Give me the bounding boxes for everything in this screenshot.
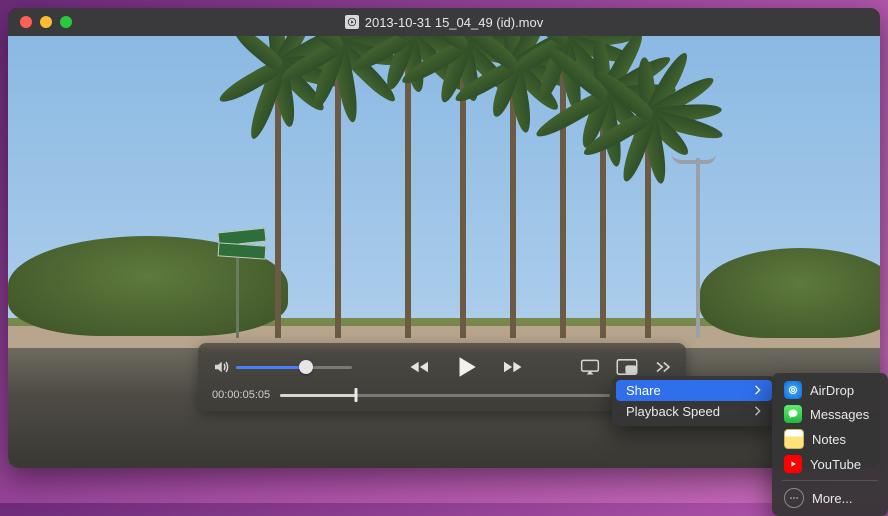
chevron-right-icon [754,404,762,419]
menu-item-playback-speed[interactable]: Playback Speed [616,401,772,422]
fast-forward-button[interactable] [497,356,525,378]
share-item-more[interactable]: More... [776,485,884,511]
volume-icon [212,358,230,376]
titlebar: 2013-10-31 15_04_49 (id).mov [8,8,880,36]
menu-separator [782,480,878,481]
share-item-label: YouTube [810,457,861,472]
menu-item-label: Share [626,383,661,398]
share-item-label: Notes [812,432,846,447]
zoom-window-button[interactable] [60,16,72,28]
scrubber[interactable] [280,394,610,397]
share-item-messages[interactable]: Messages [776,402,884,426]
volume-slider[interactable] [236,366,352,369]
window-title: 2013-10-31 15_04_49 (id).mov [365,15,544,30]
more-controls-menu: Share Playback Speed [612,376,776,426]
rewind-button[interactable] [407,356,435,378]
share-menu: AirDrop Messages Notes YouTube More... [772,373,888,516]
notes-icon [784,429,804,449]
more-controls-button[interactable] [654,359,672,375]
play-button[interactable] [453,353,479,381]
menu-item-share[interactable]: Share [616,380,772,401]
share-item-label: AirDrop [810,383,854,398]
document-icon [345,15,359,29]
close-window-button[interactable] [20,16,32,28]
airplay-button[interactable] [580,358,600,376]
youtube-icon [784,455,802,473]
share-item-notes[interactable]: Notes [776,426,884,452]
minimize-window-button[interactable] [40,16,52,28]
airdrop-icon [784,381,802,399]
window-controls [20,16,72,28]
volume-control[interactable] [212,358,352,376]
share-item-airdrop[interactable]: AirDrop [776,378,884,402]
menu-item-label: Playback Speed [626,404,720,419]
share-item-label: Messages [810,407,869,422]
share-item-label: More... [812,491,852,506]
share-item-youtube[interactable]: YouTube [776,452,884,476]
picture-in-picture-button[interactable] [616,358,638,376]
messages-icon [784,405,802,423]
more-icon [784,488,804,508]
elapsed-time: 00:00:05:05 [212,389,270,401]
chevron-right-icon [754,383,762,398]
